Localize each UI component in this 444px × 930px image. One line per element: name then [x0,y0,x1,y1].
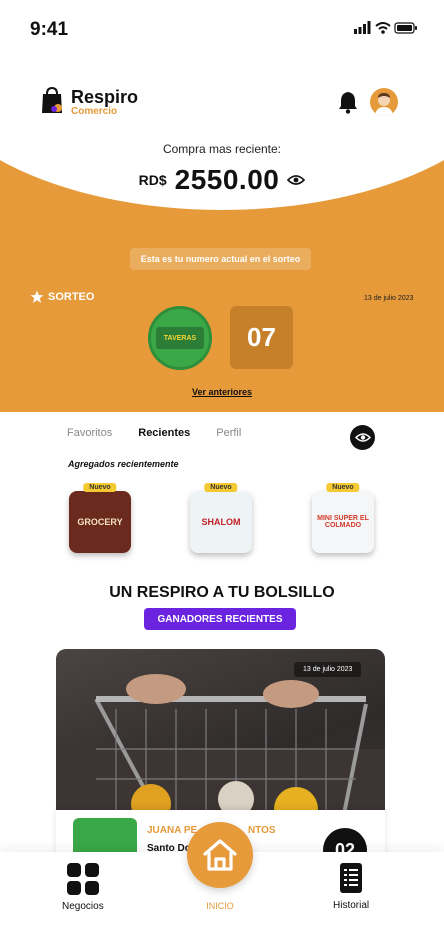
brand-name: Respiro [71,87,139,107]
store-card-label: SHALOM [190,491,252,553]
sorteo-number: 07 [230,306,293,369]
ver-anteriores-link[interactable]: Ver anteriores [0,387,444,397]
recent-winners-button[interactable]: GANADORES RECIENTES [144,608,296,630]
avatar[interactable] [370,88,398,116]
recently-added-title: Agregados recientemente [68,459,179,469]
sorteo-title-text: SORTEO [48,291,95,303]
winner-date: 13 de julio 2023 [294,662,362,677]
tab-recientes[interactable]: Recientes [138,427,190,439]
nav-historial-label: Historial [333,900,370,911]
brand-subtitle: Comercio [71,106,118,117]
visibility-toggle-button[interactable] [350,425,375,450]
status-icons [354,21,417,34]
sorteo-title: SORTEO [30,290,94,304]
app-screen: 9:41 Respiro Comercio Compra mas recient… [0,0,444,930]
tab-perfil[interactable]: Perfil [216,427,241,439]
recent-purchase-label: Compra mas reciente: [162,142,282,156]
home-button[interactable] [187,822,253,888]
nav-negocios-label: Negocios [62,901,104,912]
grid-icon [66,863,99,895]
sorteo-info-pill: Esta es tu numero actual en el sorteo [130,248,311,270]
winner-name: JUANA PE [147,825,198,836]
store-card-label: GROCERY [69,491,131,553]
store-card-grocery[interactable]: GROCERY Nuevo [69,483,131,553]
sorteo-date: 13 de julio 2023 [364,295,414,302]
battery-icon [394,22,417,34]
winner-name-tail: NTOS [248,825,276,836]
purchase-amount: 2550.00 [174,164,280,195]
store-badge-logo: TAVERAS [148,306,212,370]
wifi-icon [375,22,391,34]
purchase-amount-row: RD$ 2550.00 [0,164,444,196]
store-card-el-colmado[interactable]: MINI SUPER EL COLMADO Nuevo [312,483,374,553]
store-card-shalom[interactable]: SHALOM Nuevo [190,483,252,553]
bell-icon[interactable] [337,90,359,114]
eye-icon [354,433,371,442]
store-card-label: MINI SUPER EL COLMADO [312,491,374,553]
new-badge: Nuevo [204,483,238,492]
status-time: 9:41 [30,19,69,40]
slogan-heading: UN RESPIRO A TU BOLSILLO [109,584,335,601]
new-badge: Nuevo [326,483,360,492]
home-icon [203,839,237,871]
currency-label: RD$ [138,172,167,188]
nav-historial[interactable]: Historial [333,862,369,911]
nav-inicio-label[interactable]: INICIO [187,901,253,911]
nav-negocios[interactable]: Negocios [62,862,104,912]
avatar-person-icon [375,93,393,116]
star-icon [30,290,44,303]
receipt-icon [340,863,363,893]
signal-icon [354,29,357,34]
eye-icon[interactable] [287,174,306,186]
tab-favoritos[interactable]: Favoritos [67,427,112,439]
store-badge-text: TAVERAS [156,327,204,349]
tab-bar: Favoritos Recientes Perfil [67,427,241,439]
new-badge: Nuevo [83,483,117,492]
shopping-bag-logo-icon [42,86,62,113]
